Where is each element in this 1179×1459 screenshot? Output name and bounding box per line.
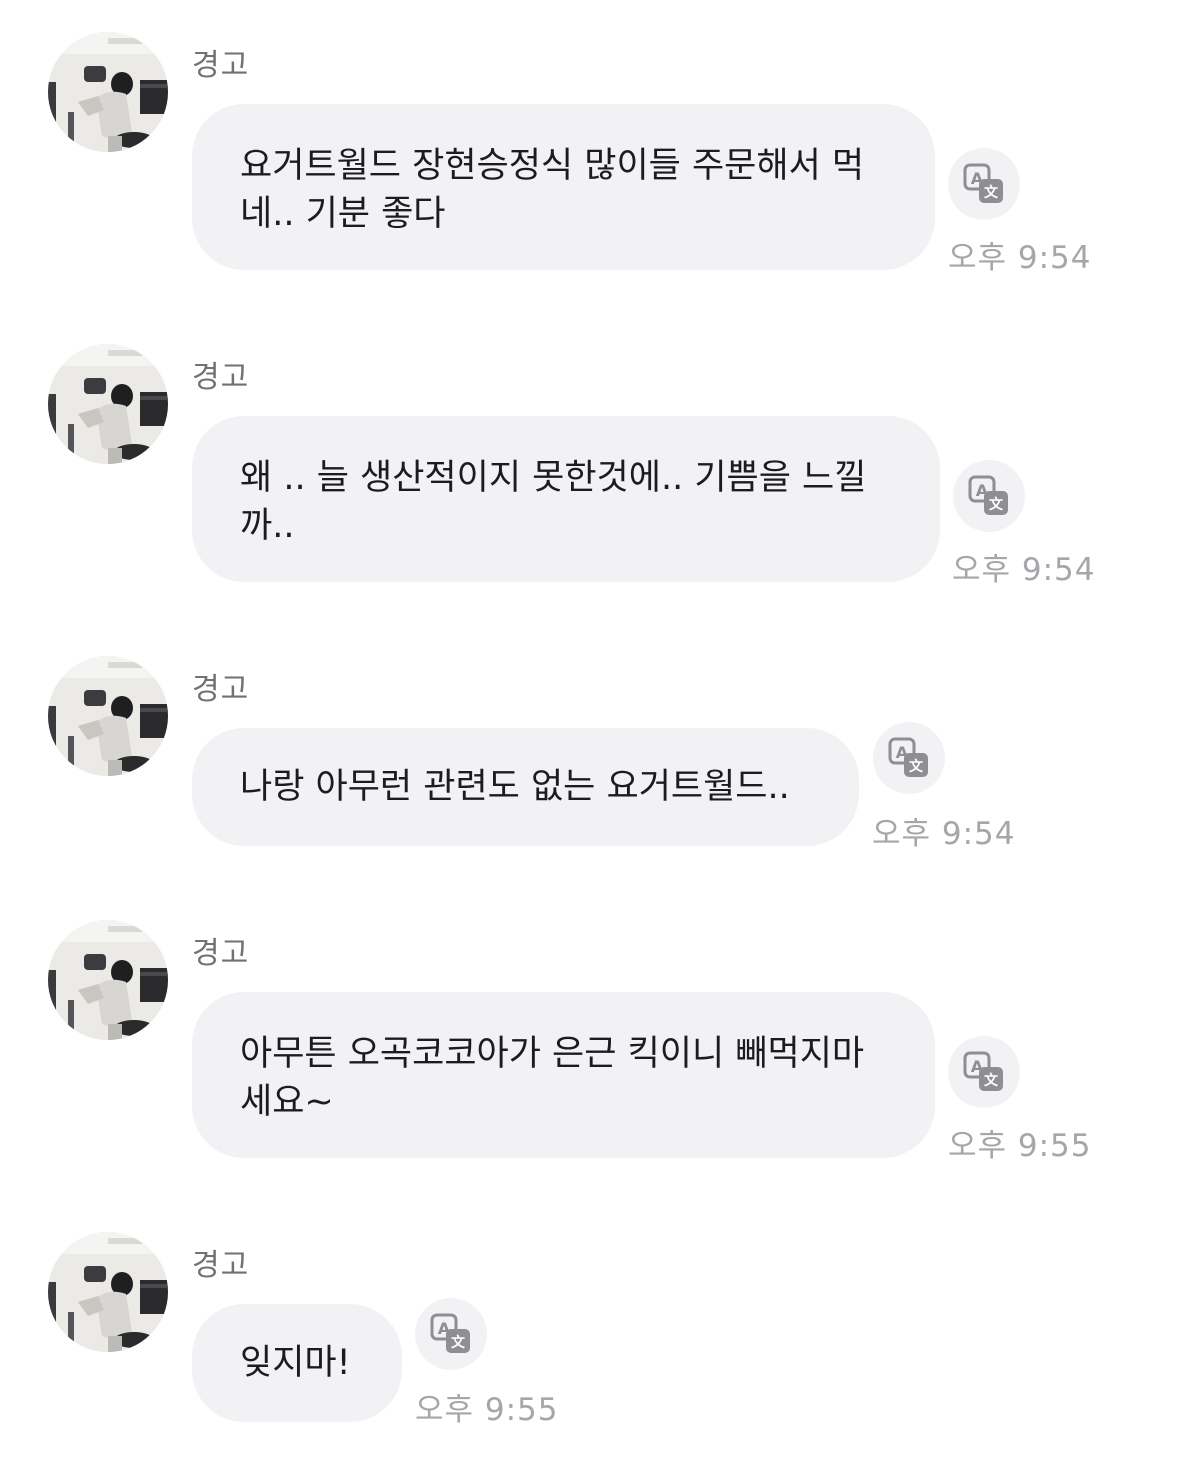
profile-photo: [48, 1232, 168, 1352]
message-bubble[interactable]: 왜 .. 늘 생산적이지 못한것에.. 기쁨을 느낄 까..: [192, 416, 940, 582]
translate-button[interactable]: A文: [948, 148, 1020, 220]
translate-button[interactable]: A文: [873, 722, 945, 794]
profile-photo: [48, 920, 168, 1040]
translate-button[interactable]: A文: [953, 460, 1025, 532]
message-time: 오후 9:55: [415, 1392, 559, 1428]
svg-text:文: 文: [984, 184, 999, 201]
profile-photo: [48, 656, 168, 776]
translate-icon: A文: [968, 475, 1008, 515]
message-bubble[interactable]: 잊지마!: [192, 1304, 402, 1422]
sender-name: 경고: [192, 360, 250, 395]
svg-text:文: 文: [909, 758, 924, 775]
message-bubble[interactable]: 요거트월드 장현승정식 많이들 주문해서 먹 네.. 기분 좋다: [192, 104, 935, 270]
profile-photo: [48, 344, 168, 464]
svg-text:文: 文: [984, 1072, 999, 1089]
message-text-line: 잊지마!: [240, 1343, 351, 1383]
message-time: 오후 9:54: [952, 552, 1096, 588]
message-text-line: 요거트월드 장현승정식 많이들 주문해서 먹: [240, 146, 865, 186]
message-time: 오후 9:54: [872, 816, 1016, 852]
message-time: 오후 9:54: [948, 240, 1092, 276]
avatar[interactable]: [48, 1232, 168, 1352]
translate-icon: A文: [963, 163, 1003, 203]
message-bubble[interactable]: 나랑 아무런 관련도 없는 요거트월드..: [192, 728, 859, 846]
translate-icon: A文: [963, 1051, 1003, 1091]
avatar[interactable]: [48, 344, 168, 464]
avatar[interactable]: [48, 32, 168, 152]
message-text-line: 까..: [240, 506, 295, 546]
message-text-line: 세요~: [240, 1082, 334, 1122]
message-text-line: 네.. 기분 좋다: [240, 194, 446, 234]
svg-text:文: 文: [989, 496, 1004, 513]
avatar[interactable]: [48, 920, 168, 1040]
sender-name: 경고: [192, 1248, 250, 1283]
chat-thread: 경고 요거트월드 장현승정식 많이들 주문해서 먹 네.. 기분 좋다 A文 오…: [0, 0, 1179, 1459]
translate-icon: A文: [430, 1313, 470, 1353]
translate-button[interactable]: A文: [415, 1298, 487, 1370]
message-bubble[interactable]: 아무튼 오곡코코아가 은근 킥이니 빼먹지마 세요~: [192, 992, 935, 1158]
translate-icon: A文: [888, 737, 928, 777]
sender-name: 경고: [192, 672, 250, 707]
avatar[interactable]: [48, 656, 168, 776]
message-text-line: 나랑 아무런 관련도 없는 요거트월드..: [240, 767, 790, 807]
sender-name: 경고: [192, 936, 250, 971]
message-text-line: 아무튼 오곡코코아가 은근 킥이니 빼먹지마: [240, 1034, 865, 1074]
translate-button[interactable]: A文: [948, 1036, 1020, 1108]
svg-text:文: 文: [451, 1334, 466, 1351]
sender-name: 경고: [192, 48, 250, 83]
message-time: 오후 9:55: [948, 1128, 1092, 1164]
profile-photo: [48, 32, 168, 152]
message-text-line: 왜 .. 늘 생산적이지 못한것에.. 기쁨을 느낄: [240, 458, 867, 498]
